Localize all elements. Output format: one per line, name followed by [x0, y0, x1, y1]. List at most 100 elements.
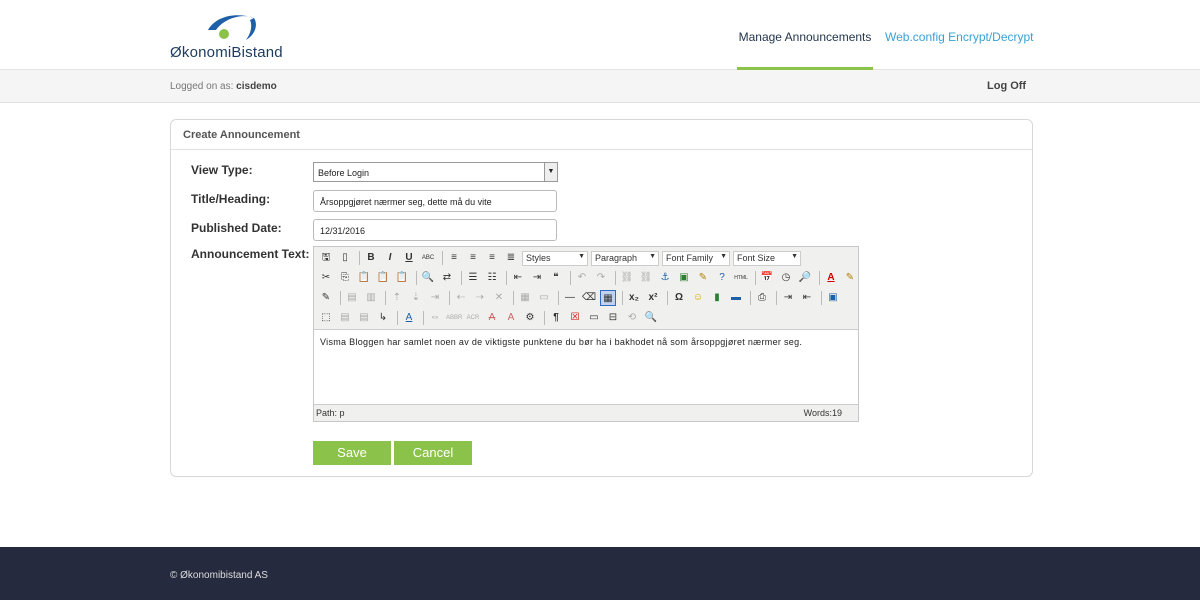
help-icon[interactable]: ? [714, 270, 730, 286]
move-backward-icon[interactable]: ▤ [356, 310, 372, 326]
restore-draft-icon[interactable]: ⟲ [624, 310, 640, 326]
attributes-icon[interactable]: ⚙ [522, 310, 538, 326]
subscript-icon[interactable]: x₂ [626, 290, 642, 306]
chevron-down-icon[interactable]: ▼ [544, 163, 557, 181]
nav-manage-announcements[interactable]: Manage Announcements [737, 30, 873, 70]
print-icon[interactable]: ⎙ [754, 290, 770, 306]
paragraph-dropdown[interactable]: Paragraph ▼ [591, 250, 659, 266]
save-icon[interactable]: 🖫 [318, 250, 334, 266]
font-size-dropdown[interactable]: Font Size ▼ [733, 250, 801, 266]
visual-aid-icon[interactable]: ▦ [600, 290, 616, 306]
panel-title: Create Announcement [171, 120, 1032, 150]
fullscreen-icon[interactable]: ▣ [825, 290, 841, 306]
acronym-icon[interactable]: ACR [465, 310, 481, 326]
cite-icon[interactable]: «» [427, 310, 443, 326]
preview-icon[interactable]: 🔎 [797, 270, 813, 286]
unlink-icon[interactable]: ⛓ [638, 270, 654, 286]
insert-col-after-icon[interactable]: ⇢ [472, 290, 488, 306]
media-icon[interactable]: ▮ [709, 290, 725, 306]
link-icon[interactable]: ⛓ [619, 270, 635, 286]
delete-mark-icon[interactable]: A [484, 310, 500, 326]
cancel-button[interactable]: Cancel [394, 441, 472, 465]
align-justify-icon[interactable]: ≣ [503, 250, 519, 266]
pagebreak-icon[interactable]: ⊟ [605, 310, 621, 326]
advanced-hr-icon[interactable]: ▬ [728, 290, 744, 306]
replace-icon[interactable]: ⇄ [439, 270, 455, 286]
editor-content-area[interactable]: Visma Bloggen har samlet noen av de vikt… [314, 329, 858, 405]
template-icon[interactable]: ▭ [586, 310, 602, 326]
paste-word-icon[interactable]: 📋 [394, 270, 410, 286]
delete-col-icon[interactable]: ✕ [491, 290, 507, 306]
remove-format-icon[interactable]: ⌫ [581, 290, 597, 306]
horizontal-rule-icon[interactable]: — [562, 290, 578, 306]
insert-col-before-icon[interactable]: ⇠ [453, 290, 469, 306]
save-button[interactable]: Save [313, 441, 391, 465]
paste-text-icon[interactable]: 📋 [375, 270, 391, 286]
rich-text-editor: 🖫 ▯ B I U ABC ≡ ≡ ≡ ≣ Styles ▼ Paragraph ▼… [313, 246, 859, 422]
find-icon[interactable]: 🔍 [420, 270, 436, 286]
show-blocks-icon[interactable]: ¶ [548, 310, 564, 326]
redo-icon[interactable]: ↷ [593, 270, 609, 286]
insert-row-before-icon[interactable]: ⇡ [389, 290, 405, 306]
logo[interactable]: ØkonomiBistand [170, 10, 300, 64]
indent-icon[interactable]: ⇥ [529, 270, 545, 286]
published-date-input[interactable]: 12/31/2016 [313, 219, 557, 241]
paragraph-dropdown-label: Paragraph [595, 252, 638, 263]
image-icon[interactable]: ▣ [676, 270, 692, 286]
new-document-icon[interactable]: ▯ [337, 250, 353, 266]
absolute-position-icon[interactable]: ↳ [375, 310, 391, 326]
emoticon-icon[interactable]: ☺ [690, 290, 706, 306]
html-source-icon[interactable]: HTML [733, 270, 749, 286]
numbered-list-icon[interactable]: ☷ [484, 270, 500, 286]
font-family-dropdown[interactable]: Font Family ▼ [662, 250, 730, 266]
copyright-text: © Økonomibistand AS [170, 570, 268, 581]
ltr-icon[interactable]: ⇥ [780, 290, 796, 306]
delete-row-icon[interactable]: ⇥ [427, 290, 443, 306]
split-cells-icon[interactable]: ▦ [517, 290, 533, 306]
insert-date-icon[interactable]: 📅 [759, 270, 775, 286]
blockquote-icon[interactable]: ❝ [548, 270, 564, 286]
nonbreaking-icon[interactable]: ☒ [567, 310, 583, 326]
table-row-props-icon[interactable]: ▤ [344, 290, 360, 306]
view-type-select[interactable]: Before Login ▼ [313, 162, 558, 182]
font-size-dropdown-label: Font Size [737, 252, 776, 263]
table-cell-props-icon[interactable]: ▥ [363, 290, 379, 306]
insert-row-after-icon[interactable]: ⇣ [408, 290, 424, 306]
copy-icon[interactable]: ⎘ [337, 270, 353, 286]
insert-time-icon[interactable]: ◷ [778, 270, 794, 286]
highlight-color-icon[interactable]: ✎ [842, 270, 858, 286]
superscript-icon[interactable]: x² [645, 290, 661, 306]
text-color-icon[interactable]: A [823, 270, 839, 286]
underline-icon[interactable]: U [401, 250, 417, 266]
move-forward-icon[interactable]: ▤ [337, 310, 353, 326]
italic-icon[interactable]: I [382, 250, 398, 266]
nav-webconfig-encrypt[interactable]: Web.config Encrypt/Decrypt [885, 30, 1034, 44]
merge-cells-icon[interactable]: ▭ [536, 290, 552, 306]
styleprops-icon[interactable]: A [401, 310, 417, 326]
cut-icon[interactable]: ✂ [318, 270, 334, 286]
styles-dropdown[interactable]: Styles ▼ [522, 250, 588, 266]
rtl-icon[interactable]: ⇤ [799, 290, 815, 306]
spellcheck-icon[interactable]: 🔍 [643, 310, 659, 326]
abbr-icon[interactable]: ABBR [446, 310, 462, 326]
cleanup-icon[interactable]: ✎ [695, 270, 711, 286]
special-char-icon[interactable]: Ω [671, 290, 687, 306]
insert-mark-icon[interactable]: A [503, 310, 519, 326]
align-right-icon[interactable]: ≡ [484, 250, 500, 266]
log-off-link[interactable]: Log Off [987, 80, 1026, 92]
edit-icon[interactable]: ✎ [318, 290, 334, 306]
align-center-icon[interactable]: ≡ [465, 250, 481, 266]
anchor-icon[interactable]: ⚓ [657, 270, 673, 286]
toolbar-row-4: ⬚ ▤ ▤ ↳ A «» ABBR ACR A A ⚙ ¶ ☒ ▭ ⊟ ⟲ 🔍 [318, 309, 662, 327]
paste-icon[interactable]: 📋 [356, 270, 372, 286]
align-left-icon[interactable]: ≡ [446, 250, 462, 266]
editor-path: Path: p [316, 408, 345, 418]
undo-icon[interactable]: ↶ [574, 270, 590, 286]
strikethrough-icon[interactable]: ABC [420, 250, 436, 266]
insert-layer-icon[interactable]: ⬚ [318, 310, 334, 326]
logged-on-text: Logged on as: cisdemo [170, 81, 277, 92]
bullet-list-icon[interactable]: ☰ [465, 270, 481, 286]
title-input[interactable]: Årsoppgjøret nærmer seg, dette må du vit… [313, 190, 557, 212]
outdent-icon[interactable]: ⇤ [510, 270, 526, 286]
bold-icon[interactable]: B [363, 250, 379, 266]
